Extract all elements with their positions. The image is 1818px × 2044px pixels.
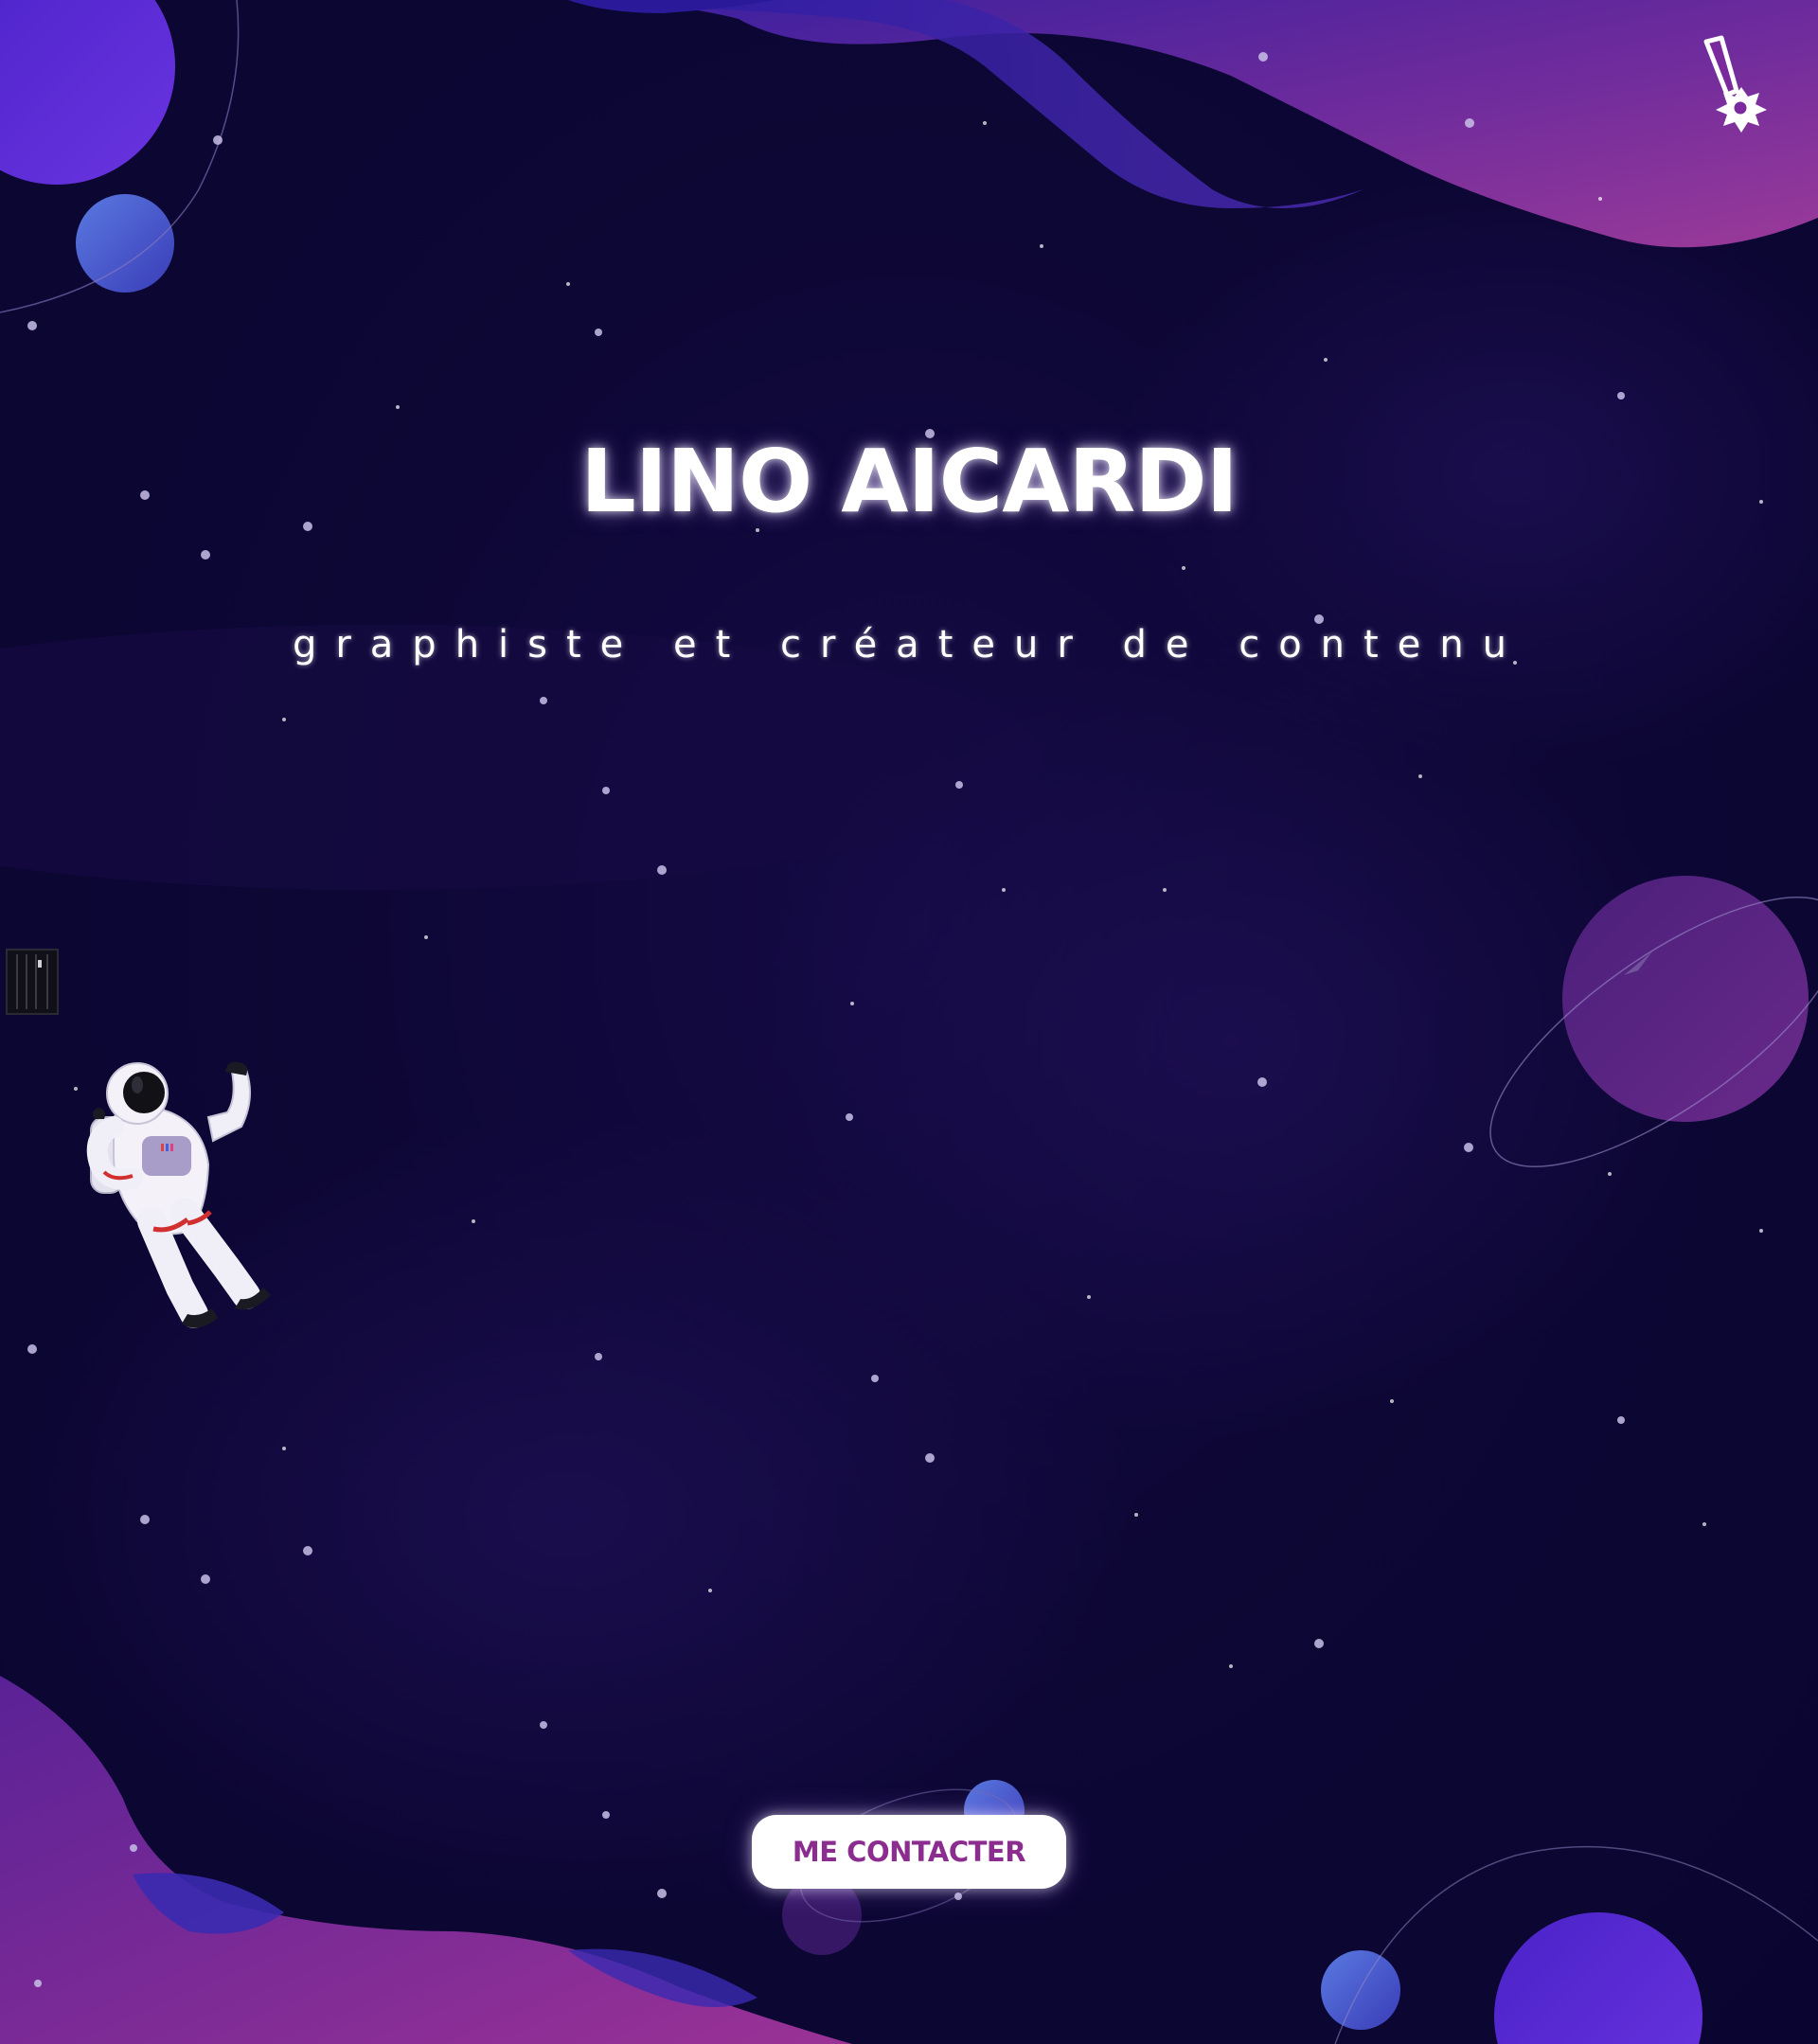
contact-button[interactable]: ME CONTACTER <box>752 1815 1066 1889</box>
hero-page: LINO AICARDI graphiste et créateur de co… <box>0 0 1818 2044</box>
exclamation-burst-icon[interactable] <box>1689 32 1780 136</box>
astronaut-illustration <box>86 1061 271 1328</box>
sidebar-toggle-icon[interactable] <box>6 949 59 1015</box>
space-background <box>0 0 1818 2044</box>
page-subtitle: graphiste et créateur de contenu <box>292 623 1526 667</box>
page-title: LINO AICARDI <box>580 431 1239 532</box>
